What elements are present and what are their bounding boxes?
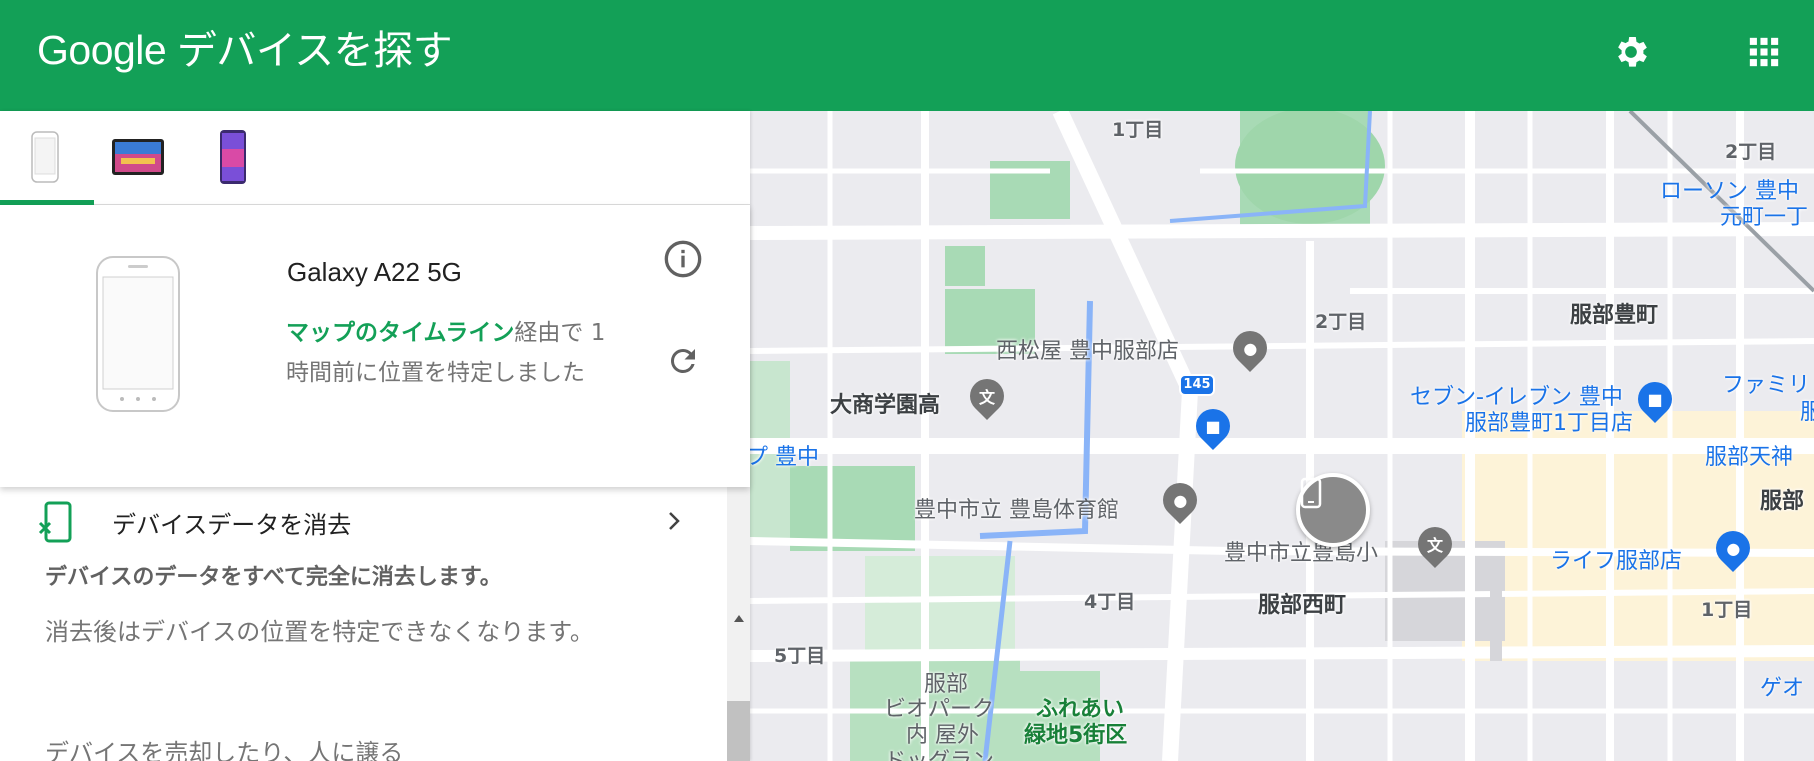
- map-label-toyonaka-left: プ 豊中: [750, 445, 819, 470]
- device-name: Galaxy A22 5G: [287, 257, 462, 287]
- chevron-right-icon: [669, 512, 680, 530]
- apps-grid-icon[interactable]: [1742, 30, 1786, 74]
- map-label-hattori-yutaka: 服部豊町: [1570, 303, 1659, 328]
- device-tab-phone-2[interactable]: [203, 127, 263, 187]
- map-label-2chome-top: 2丁目: [1725, 141, 1777, 163]
- map-label-hattori-right: 服部: [1760, 489, 1805, 514]
- map-label-park-4: ドッグラン: [884, 743, 994, 761]
- map-label-hattori-tenjin: 服部天神: [1705, 445, 1794, 470]
- device-panel: Galaxy A22 5G マップのタイムライン経由で 1 時間前に位置を特定し…: [0, 111, 750, 761]
- map-label-familymart[interactable]: ファミリ: [1722, 367, 1810, 399]
- map-label-5chome: 5丁目: [774, 645, 826, 667]
- map-view[interactable]: 1丁目 2丁目 ローソン 豊中 元町一丁 2丁目 服部豊町 西松屋 豊中服部店 …: [750, 111, 1814, 761]
- erase-more-text: デバイスを売却したり、人に譲る: [45, 739, 404, 761]
- erase-title: デバイスデータを消去: [112, 511, 352, 539]
- location-status: マップのタイムライン経由で 1 時間前に位置を特定しました: [286, 313, 606, 393]
- map-label-nishimatsuya[interactable]: 西松屋 豊中服部店: [996, 333, 1179, 365]
- erase-description: 消去後はデバイスの位置を特定できなくなります。: [45, 618, 594, 646]
- device-image: [96, 256, 180, 412]
- erase-section: デバイスデータを消去 デバイスのデータをすべて完全に消去します。 消去後はデバイ…: [0, 487, 730, 761]
- erase-description-bold: デバイスのデータをすべて完全に消去します。: [45, 565, 502, 590]
- map-label-1chome: 1丁目: [1112, 119, 1164, 141]
- map-label-seven-eleven-2: 服部豊町1丁目店: [1465, 411, 1633, 436]
- device-tab-phone[interactable]: [15, 127, 75, 187]
- device-tab-tablet[interactable]: [108, 127, 168, 187]
- app-header: Google デバイスを探す: [0, 0, 1814, 111]
- timeline-link[interactable]: マップのタイムライン: [286, 320, 514, 346]
- map-label-geo[interactable]: ゲオ: [1760, 670, 1804, 702]
- device-card: Galaxy A22 5G マップのタイムライン経由で 1 時間前に位置を特定し…: [0, 205, 750, 487]
- gear-icon[interactable]: [1609, 30, 1653, 74]
- google-logo: Google: [37, 27, 167, 73]
- tablet-icon: [112, 139, 164, 175]
- map-label-daisho[interactable]: 大商学園高: [830, 387, 940, 419]
- info-icon[interactable]: [661, 237, 705, 281]
- refresh-icon[interactable]: [661, 339, 705, 383]
- phone-purple-icon: [220, 130, 246, 184]
- map-label-motomachi: 元町一丁: [1720, 205, 1809, 230]
- map-label-toyoshima-gym[interactable]: 豊中市立 豊島体育館: [914, 492, 1119, 524]
- map-label-life[interactable]: ライフ服部店: [1550, 543, 1682, 575]
- panel-scrollbar[interactable]: [727, 487, 750, 761]
- map-base: [750, 111, 1814, 761]
- phone-white-icon: [31, 131, 59, 183]
- erase-phone-icon: [38, 501, 72, 543]
- map-label-2chome-mid: 2丁目: [1315, 311, 1367, 333]
- route-shield-icon: 145: [1179, 374, 1215, 396]
- app-title: Google デバイスを探す: [37, 24, 453, 77]
- map-label-4chome: 4丁目: [1084, 591, 1136, 613]
- map-label-fureai-2: 緑地5街区: [1024, 723, 1128, 748]
- phone-marker-icon: [1300, 477, 1322, 509]
- device-location-marker[interactable]: [1296, 473, 1370, 547]
- map-label-familymart-2: 服: [1800, 400, 1814, 425]
- scroll-up-arrow[interactable]: [734, 615, 744, 622]
- map-label-1chome-bottom: 1丁目: [1701, 599, 1753, 621]
- device-tabs: [0, 111, 750, 205]
- app-name: デバイスを探す: [176, 29, 453, 73]
- map-label-hattori-nishimachi: 服部西町: [1258, 593, 1347, 618]
- scroll-thumb[interactable]: [727, 701, 750, 761]
- erase-device-row[interactable]: デバイスデータを消去: [0, 495, 730, 549]
